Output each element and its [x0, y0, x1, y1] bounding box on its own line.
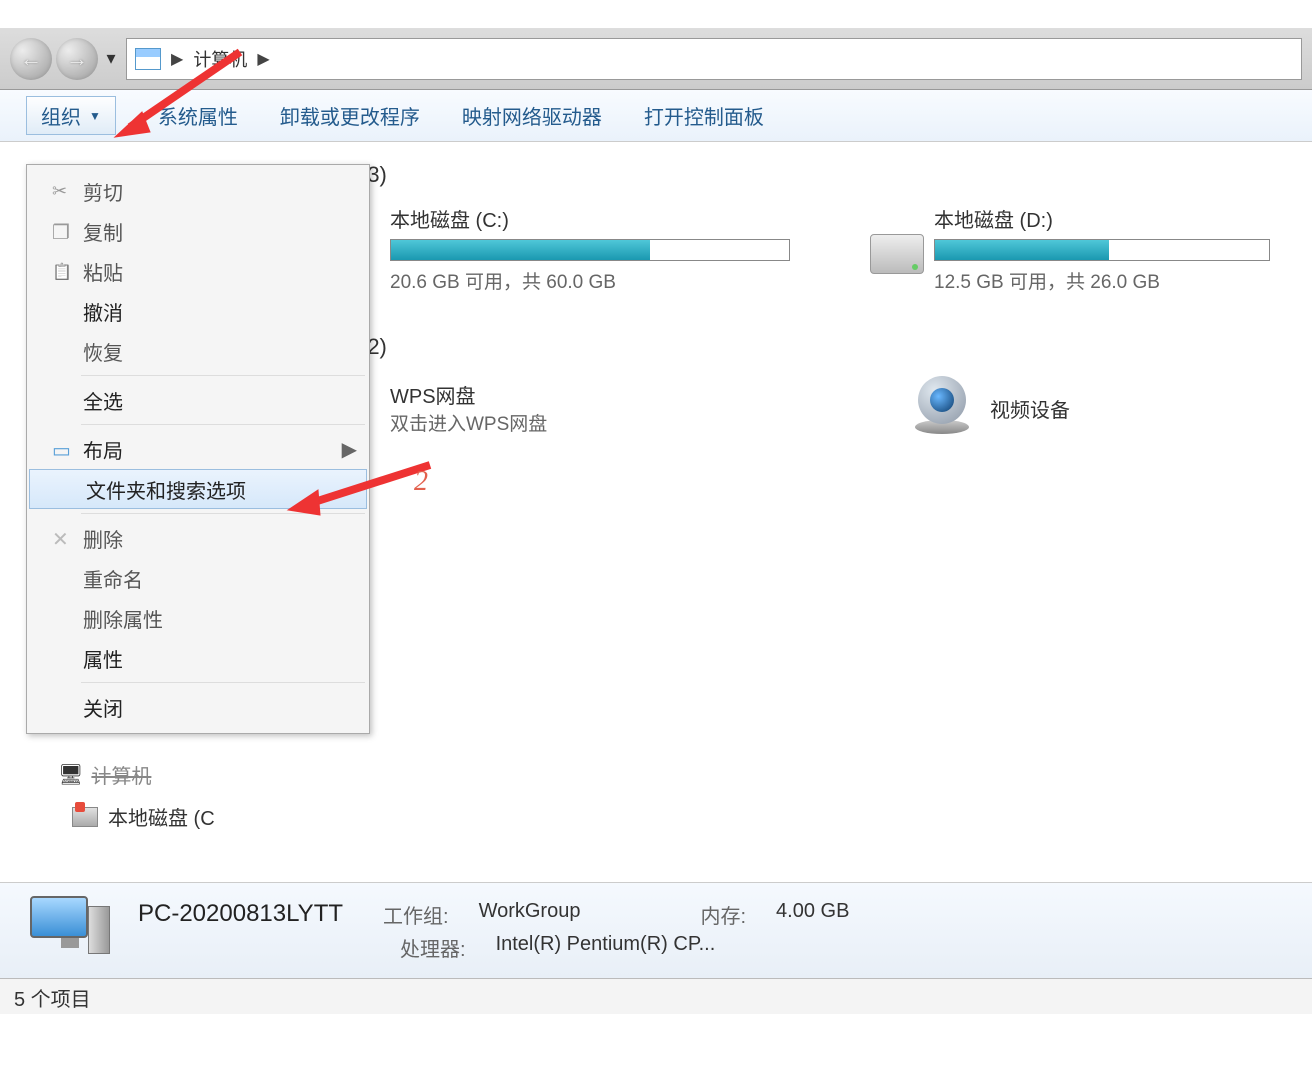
capacity-fill — [391, 240, 650, 260]
layout-icon — [52, 438, 74, 460]
webcam-label: 视频设备 — [990, 394, 1070, 423]
menu-label: 重命名 — [83, 564, 143, 593]
menu-label: 全选 — [83, 386, 123, 415]
menu-select-all[interactable]: 全选 — [27, 380, 369, 420]
section-harddrives-count: (3) — [360, 162, 1310, 188]
menu-paste[interactable]: 粘贴 — [27, 251, 369, 291]
computer-tree-icon: 🖥 — [58, 762, 83, 787]
menu-label: 删除 — [83, 524, 123, 553]
section-other-count: (2) — [360, 334, 1310, 360]
delete-icon — [52, 527, 74, 549]
organize-button[interactable]: 组织 ▼ — [26, 96, 116, 135]
menu-label: 复制 — [83, 217, 123, 246]
wps-netdisk-item[interactable]: WPS网盘 双击进入WPS网盘 — [390, 376, 790, 440]
computer-name: PC-20200813LYTT — [138, 900, 343, 929]
forward-button[interactable]: → — [56, 38, 98, 80]
drive-item-d[interactable]: 本地磁盘 (D:) 12.5 GB 可用，共 26.0 GB — [870, 204, 1270, 294]
breadcrumb-location[interactable]: 计算机 — [193, 46, 247, 72]
drive-stats: 12.5 GB 可用，共 26.0 GB — [934, 267, 1270, 294]
workgroup-label: 工作组: — [383, 900, 449, 929]
menu-divider — [81, 424, 365, 425]
computer-icon — [135, 48, 161, 70]
arrow-right-icon: → — [66, 46, 88, 72]
menu-divider — [81, 513, 365, 514]
breadcrumb-arrow-icon: ▶ — [171, 49, 183, 69]
details-pane: PC-20200813LYTT 工作组: WorkGroup 内存: 4.00 … — [0, 882, 1312, 978]
drive-name: 本地磁盘 (D:) — [934, 204, 1270, 233]
menu-layout[interactable]: 布局 ▶ — [27, 429, 369, 469]
menu-label: 文件夹和搜索选项 — [86, 475, 246, 504]
menu-label: 布局 — [83, 435, 123, 464]
organize-label: 组织 — [41, 101, 81, 130]
uninstall-programs-button[interactable]: 卸载或更改程序 — [280, 101, 420, 130]
menu-properties[interactable]: 属性 — [27, 638, 369, 678]
chevron-down-icon: ▼ — [89, 109, 101, 123]
menu-folder-options[interactable]: 文件夹和搜索选项 — [29, 469, 367, 509]
drive-stats: 20.6 GB 可用，共 60.0 GB — [390, 267, 790, 294]
menu-cut[interactable]: 剪切 — [27, 171, 369, 211]
system-properties-button[interactable]: 系统属性 — [158, 101, 238, 130]
nav-history-dropdown[interactable]: ▾ — [102, 38, 120, 80]
item-count: 5 个项目 — [14, 989, 91, 1011]
hdd-icon — [870, 234, 924, 274]
open-control-panel-button[interactable]: 打开控制面板 — [644, 101, 764, 130]
capacity-fill — [935, 240, 1109, 260]
menu-rename[interactable]: 重命名 — [27, 558, 369, 598]
memory-value: 4.00 GB — [776, 900, 849, 929]
menu-label: 剪切 — [83, 177, 123, 206]
menu-delete[interactable]: 删除 — [27, 518, 369, 558]
capacity-bar — [390, 239, 790, 261]
back-button[interactable]: ← — [10, 38, 52, 80]
paste-icon — [52, 260, 74, 282]
copy-icon — [52, 220, 74, 242]
menu-label: 删除属性 — [83, 604, 163, 633]
cpu-value: Intel(R) Pentium(R) CP... — [496, 933, 716, 962]
menu-label: 撤消 — [83, 297, 123, 326]
cpu-label: 处理器: — [400, 933, 466, 962]
menu-label: 恢复 — [83, 337, 123, 366]
menu-label: 属性 — [83, 644, 123, 673]
drive-name: 本地磁盘 (C:) — [390, 204, 790, 233]
webcam-item[interactable]: 视频设备 — [910, 376, 1310, 440]
breadcrumb-arrow-icon: ▶ — [257, 49, 269, 69]
annotation-number-2: 2 — [414, 466, 428, 498]
hdd-icon — [72, 807, 98, 827]
menu-divider — [81, 375, 365, 376]
sidebar-item-computer[interactable]: 🖥 计算机 — [58, 760, 151, 789]
menu-copy[interactable]: 复制 — [27, 211, 369, 251]
menu-label: 粘贴 — [83, 257, 123, 286]
capacity-bar — [934, 239, 1270, 261]
toolbar: 组织 ▼ 系统属性 卸载或更改程序 映射网络驱动器 打开控制面板 — [0, 90, 1312, 142]
status-bar: 5 个项目 — [0, 978, 1312, 1014]
menu-divider — [81, 682, 365, 683]
computer-large-icon — [30, 896, 110, 966]
organize-menu: 剪切 复制 粘贴 撤消 恢复 全选 布局 ▶ 文件夹和搜索选项 删除 重命名 — [26, 164, 370, 734]
chevron-down-icon: ▾ — [106, 48, 115, 69]
sidebar-label: 计算机 — [91, 760, 151, 789]
wps-subtitle: 双击进入WPS网盘 — [390, 409, 547, 436]
menu-undo[interactable]: 撤消 — [27, 291, 369, 331]
address-bar[interactable]: ▶ 计算机 ▶ — [126, 38, 1302, 80]
webcam-icon — [910, 376, 974, 440]
map-network-drive-button[interactable]: 映射网络驱动器 — [462, 101, 602, 130]
memory-label: 内存: — [700, 900, 746, 929]
arrow-left-icon: ← — [20, 46, 42, 72]
menu-label: 关闭 — [83, 693, 123, 722]
navigation-bar: ← → ▾ ▶ 计算机 ▶ — [0, 28, 1312, 90]
cut-icon — [52, 180, 74, 202]
wps-name: WPS网盘 — [390, 380, 547, 409]
menu-redo[interactable]: 恢复 — [27, 331, 369, 371]
sidebar-item-local-c[interactable]: 本地磁盘 (C — [72, 802, 215, 831]
menu-remove-properties[interactable]: 删除属性 — [27, 598, 369, 638]
menu-close[interactable]: 关闭 — [27, 687, 369, 727]
sidebar-label: 本地磁盘 (C — [108, 802, 215, 831]
drive-item-c[interactable]: 本地磁盘 (C:) 20.6 GB 可用，共 60.0 GB — [390, 204, 790, 294]
workgroup-value: WorkGroup — [479, 900, 581, 929]
chevron-right-icon: ▶ — [342, 437, 357, 462]
